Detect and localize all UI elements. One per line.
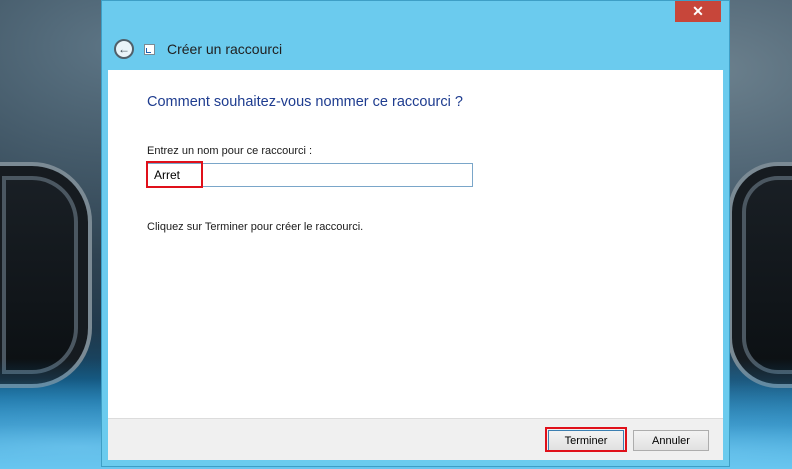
- dialog-footer: Terminer Annuler: [108, 418, 723, 460]
- back-button[interactable]: ←: [114, 39, 134, 59]
- close-button[interactable]: ✕: [675, 1, 721, 22]
- dialog-header: ← Créer un raccourci: [102, 29, 729, 69]
- dialog-content: Comment souhaitez-vous nommer ce raccour…: [108, 70, 723, 418]
- page-heading: Comment souhaitez-vous nommer ce raccour…: [147, 94, 463, 110]
- create-shortcut-dialog: ✕ ← Créer un raccourci Comment souhaitez…: [101, 0, 730, 467]
- window-title: Créer un raccourci: [167, 41, 283, 57]
- finish-hint: Cliquez sur Terminer pour créer le racco…: [147, 221, 364, 233]
- back-arrow-icon: ←: [118, 42, 130, 56]
- shortcut-icon: [144, 43, 155, 55]
- finish-button[interactable]: Terminer: [548, 430, 624, 451]
- shortcut-name-label: Entrez un nom pour ce raccourci :: [147, 145, 313, 157]
- wallpaper-letter-left: [0, 162, 92, 388]
- cancel-button[interactable]: Annuler: [633, 430, 709, 451]
- close-icon: ✕: [692, 3, 704, 19]
- wallpaper-letter-right: [728, 162, 792, 388]
- shortcut-name-input[interactable]: [147, 163, 473, 187]
